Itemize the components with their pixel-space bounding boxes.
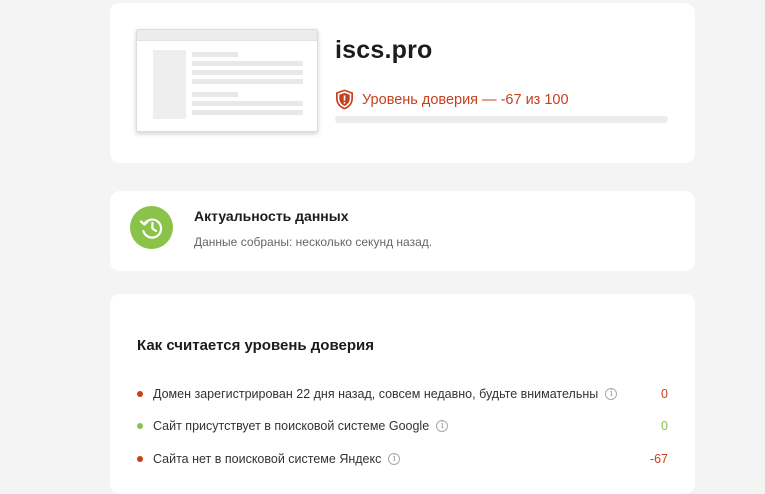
- thumbnail-topbar: [137, 30, 317, 41]
- info-icon[interactable]: i: [436, 420, 449, 432]
- thumbnail-line: [192, 79, 303, 84]
- trust-calculation-title: Как считается уровень доверия: [137, 337, 374, 354]
- data-freshness-title: Актуальность данных: [194, 208, 349, 224]
- site-screenshot-thumbnail[interactable]: [136, 29, 318, 132]
- data-freshness-card: Актуальность данных Данные собраны: неск…: [110, 191, 695, 271]
- data-freshness-description: Данные собраны: несколько секунд назад.: [194, 235, 433, 249]
- shield-warning-icon: [336, 89, 353, 110]
- status-dot: [137, 391, 143, 397]
- thumbnail-line: [192, 92, 238, 97]
- thumbnail-sidebar: [153, 50, 186, 119]
- factor-text: Сайта нет в поисковой системе Яндекс: [153, 452, 382, 466]
- factor-text: Домен зарегистрирован 22 дня назад, совс…: [153, 387, 599, 401]
- thumbnail-line: [192, 52, 238, 57]
- thumbnail-line: [192, 61, 303, 66]
- clock-refresh-icon: [130, 206, 173, 249]
- info-icon[interactable]: i: [388, 453, 401, 465]
- info-icon[interactable]: i: [605, 388, 618, 400]
- status-dot: [137, 456, 143, 462]
- trust-factor-row: Сайт присутствует в поисковой системе Go…: [137, 417, 668, 435]
- factor-points: 0: [661, 387, 668, 401]
- thumbnail-line: [192, 101, 303, 106]
- trust-level-text: Уровень доверия — -67 из 100: [362, 91, 569, 108]
- status-dot: [137, 423, 143, 429]
- thumbnail-line: [192, 110, 303, 115]
- site-summary-card: iscs.pro Уровень доверия — -67 из 100: [110, 3, 695, 163]
- site-domain-title: iscs.pro: [335, 36, 433, 64]
- trust-level: Уровень доверия — -67 из 100: [335, 89, 569, 110]
- factor-text: Сайт присутствует в поисковой системе Go…: [153, 419, 430, 433]
- thumbnail-line: [192, 70, 303, 75]
- trust-factor-row: Сайта нет в поисковой системе Яндекс i -…: [137, 450, 668, 468]
- trust-calculation-card: Как считается уровень доверия Домен заре…: [110, 294, 695, 494]
- factor-points: 0: [661, 419, 668, 433]
- factor-points: -67: [649, 452, 668, 466]
- trust-progress-bar: [335, 116, 668, 123]
- trust-factor-row: Домен зарегистрирован 22 дня назад, совс…: [137, 385, 668, 403]
